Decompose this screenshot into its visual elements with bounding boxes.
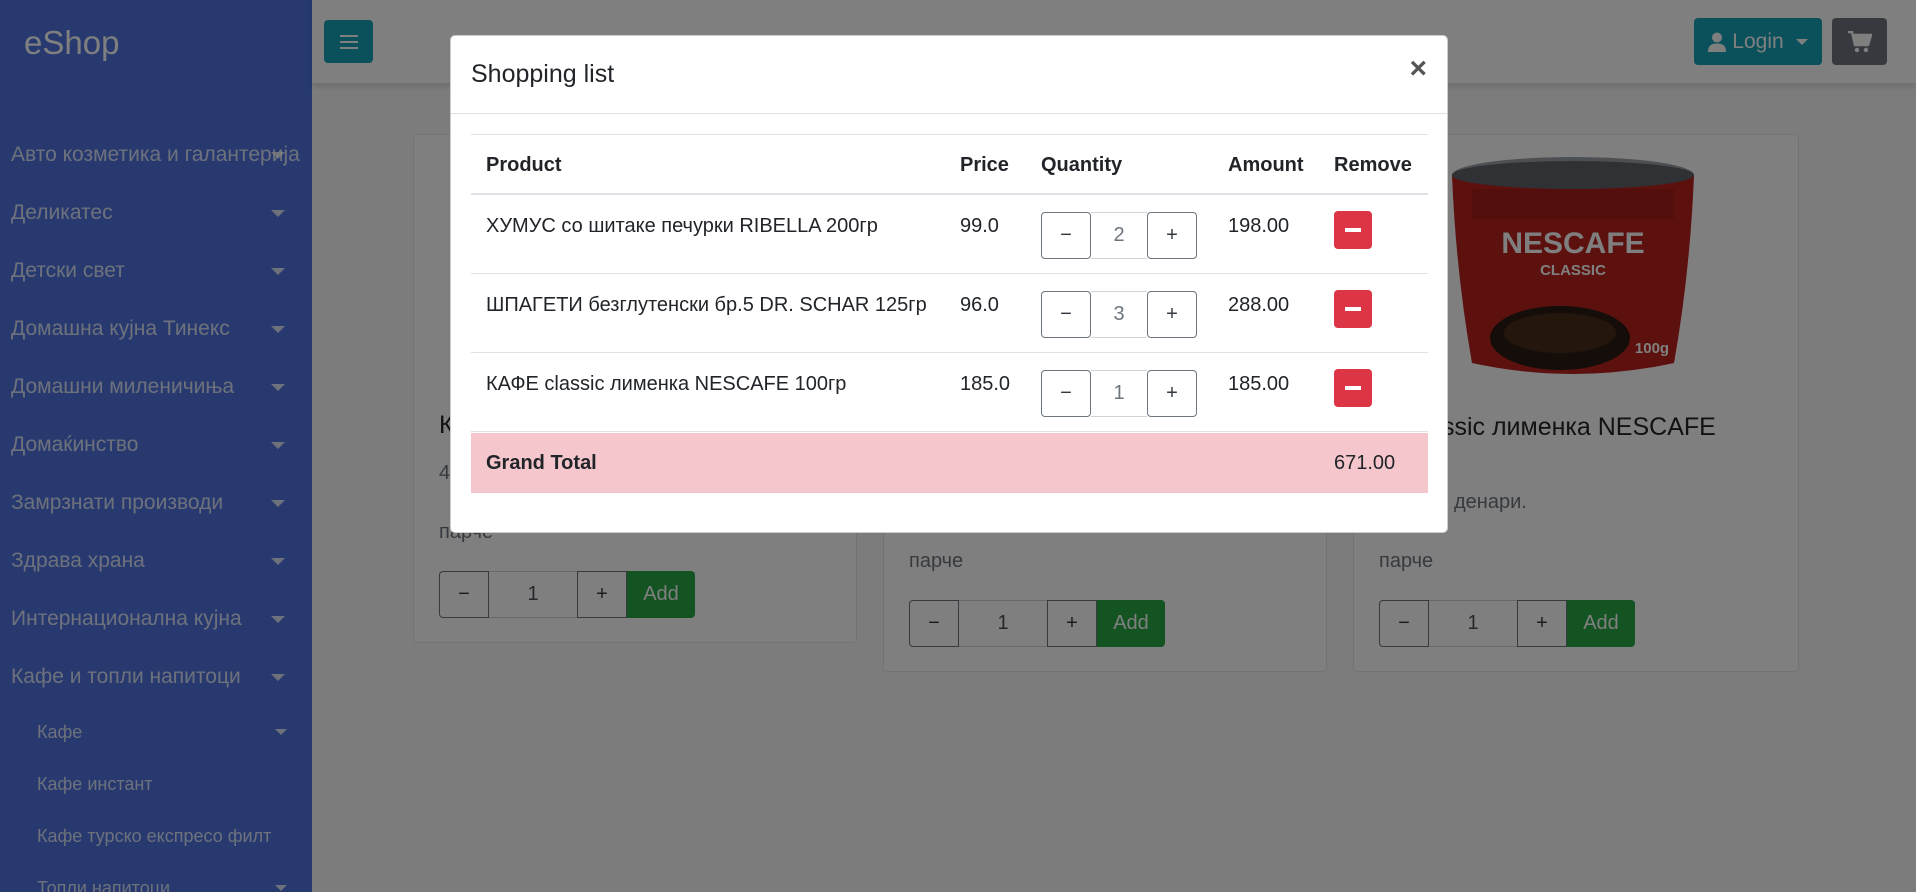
column-header-remove: Remove [1334,154,1412,176]
product-price: 96.0 [960,294,999,316]
quantity-input[interactable]: 2 [1091,212,1147,259]
table-row: ХУМУС со шитаке печурки RIBELLA 200гр 99… [471,195,1428,274]
column-header-price: Price [960,154,1009,176]
table-row: КАФЕ classic лименка NESCAFE 100гр 185.0… [471,353,1428,432]
shopping-list-table: Product Price Quantity Amount Remove ХУМ… [471,134,1428,432]
product-price: 185.0 [960,373,1011,395]
minus-icon [1345,228,1361,232]
grand-total-value: 671.00 [1334,452,1396,474]
grand-total-label: Grand Total [486,452,597,474]
minus-icon [1345,307,1361,311]
product-price: 99.0 [960,215,999,237]
line-amount: 185.00 [1228,373,1290,395]
quantity-input[interactable]: 1 [1091,370,1147,417]
decrement-button[interactable]: − [1041,370,1091,417]
modal-header: Shopping list × [451,36,1447,114]
modal-title: Shopping list [471,60,615,88]
remove-button[interactable] [1334,211,1372,249]
shopping-list-modal: Shopping list × Product Price Quantity A… [450,35,1448,533]
increment-button[interactable]: + [1147,370,1197,417]
decrement-button[interactable]: − [1041,291,1091,338]
increment-button[interactable]: + [1147,212,1197,259]
quantity-stepper: − 1 + [1041,370,1197,417]
grand-total-row: Grand Total 671.00 [471,433,1428,493]
line-amount: 288.00 [1228,294,1290,316]
product-name: ШПАГЕТИ безглутенски бр.5 DR. SCHAR 125г… [486,294,927,316]
remove-button[interactable] [1334,369,1372,407]
minus-icon [1345,386,1361,390]
decrement-button[interactable]: − [1041,212,1091,259]
quantity-stepper: − 2 + [1041,212,1197,259]
column-header-quantity: Quantity [1041,154,1123,176]
quantity-stepper: − 3 + [1041,291,1197,338]
close-icon[interactable]: × [1409,54,1427,84]
product-name: ХУМУС со шитаке печурки RIBELLA 200гр [486,215,878,237]
column-header-amount: Amount [1228,154,1304,176]
table-row: ШПАГЕТИ безглутенски бр.5 DR. SCHAR 125г… [471,274,1428,353]
quantity-input[interactable]: 3 [1091,291,1147,338]
remove-button[interactable] [1334,290,1372,328]
increment-button[interactable]: + [1147,291,1197,338]
product-name: КАФЕ classic лименка NESCAFE 100гр [486,373,847,395]
table-header-row: Product Price Quantity Amount Remove [471,134,1428,195]
line-amount: 198.00 [1228,215,1290,237]
column-header-product: Product [486,154,562,176]
